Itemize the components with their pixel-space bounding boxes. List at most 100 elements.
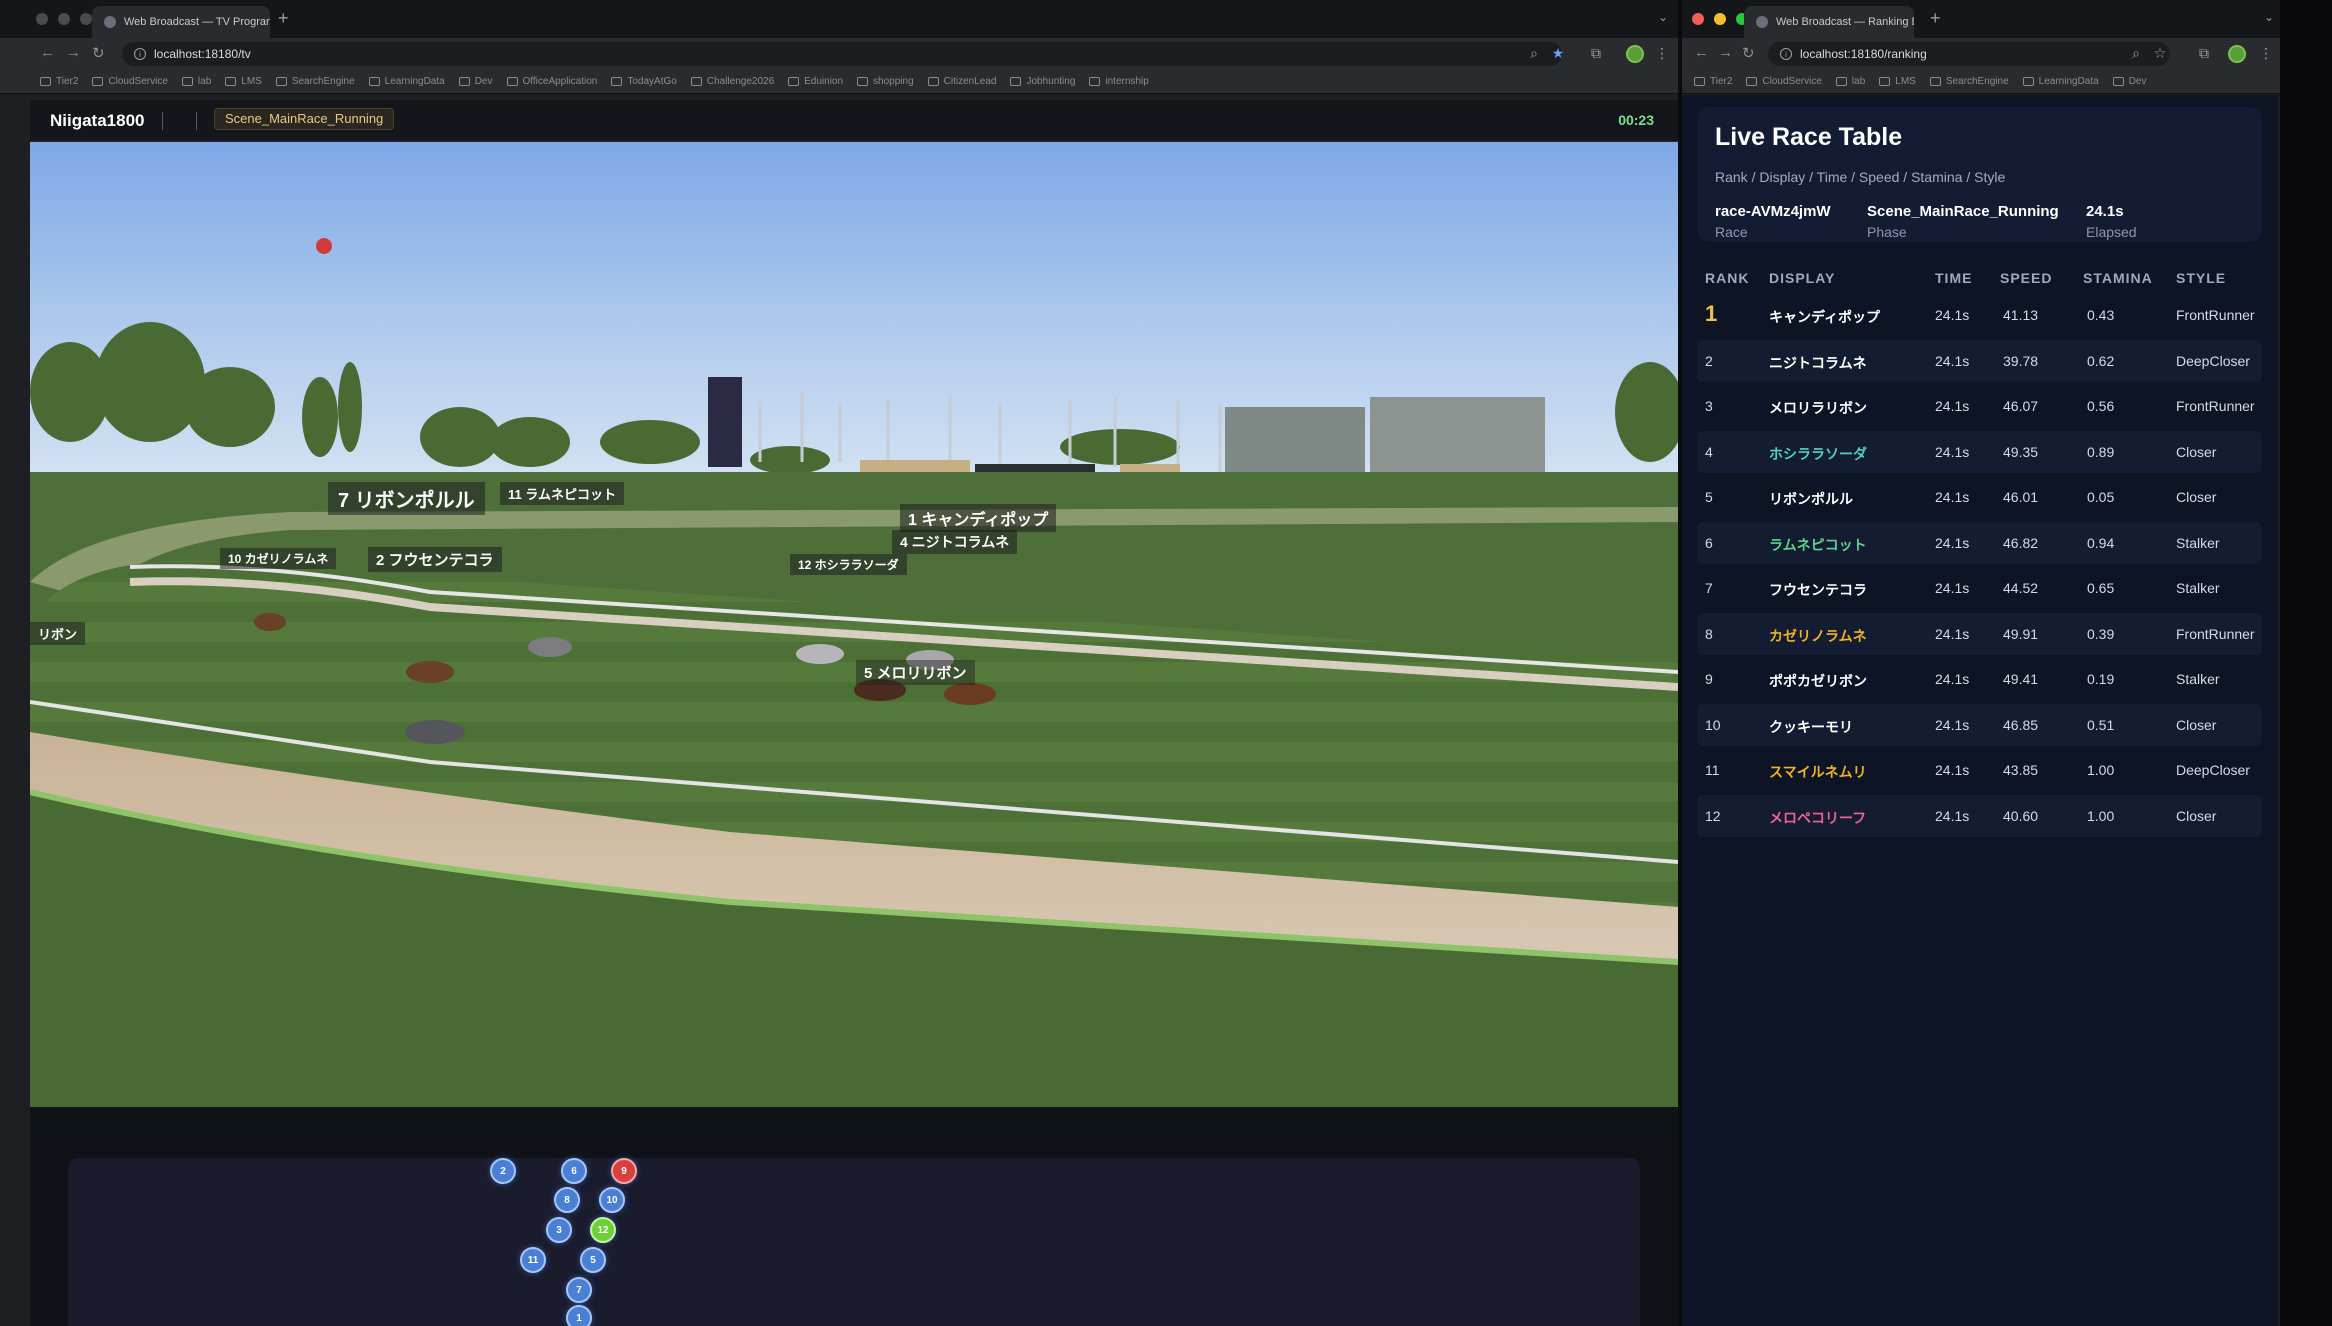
- address-bar[interactable]: i localhost:18180/tv: [122, 42, 1562, 66]
- bookmark-item[interactable]: Tier2: [40, 76, 78, 87]
- cell-time: 24.1s: [1935, 307, 1970, 323]
- cell-time: 24.1s: [1935, 807, 1970, 824]
- bookmark-label: shopping: [873, 76, 914, 87]
- overlay-label: 10 カゼリノラムネ: [220, 548, 337, 569]
- cell-speed: 49.91: [2003, 625, 2039, 642]
- bookmark-item[interactable]: CloudService: [92, 76, 168, 87]
- menu-icon[interactable]: ⋮: [2258, 45, 2274, 61]
- bookmark-item[interactable]: Dev: [458, 76, 493, 87]
- bookmark-item[interactable]: TodayAtGo: [611, 76, 677, 87]
- reload-icon[interactable]: ↻: [1742, 44, 1755, 62]
- cell-display: ラムネピコット: [1769, 536, 1867, 553]
- menu-icon[interactable]: ⋮: [1654, 45, 1670, 61]
- bookmark-item[interactable]: Jobhunting: [1010, 76, 1075, 87]
- bookmark-item[interactable]: Dev: [2112, 76, 2147, 87]
- bookmark-item[interactable]: internship: [1089, 76, 1149, 87]
- bookmark-item[interactable]: SearchEngine: [1929, 76, 2009, 87]
- phase-label: Phase: [1867, 224, 1907, 240]
- globe-icon: [1756, 16, 1768, 28]
- cell-display: キャンディポップ: [1769, 309, 1881, 325]
- venue-name: Niigata1800: [50, 111, 145, 130]
- site-info-icon[interactable]: i: [1780, 48, 1792, 60]
- table-header: RANK DISPLAY TIME SPEED STAMINA STYLE: [1697, 260, 2262, 290]
- bookmark-item[interactable]: lab: [181, 76, 211, 87]
- overlay-label: 11 ラムネピコット: [500, 482, 624, 505]
- bookmark-label: CloudService: [108, 76, 168, 87]
- cell-time: 24.1s: [1935, 671, 1970, 687]
- cell-rank: 3: [1705, 398, 1713, 414]
- forward-icon[interactable]: →: [66, 44, 81, 61]
- bookmark-item[interactable]: CitizenLead: [927, 76, 996, 87]
- extensions-icon[interactable]: ⧉: [2196, 45, 2212, 61]
- cell-rank: 1: [1705, 301, 1718, 326]
- bookmark-item[interactable]: CloudService: [1746, 76, 1822, 87]
- bookmark-item[interactable]: Tier2: [1694, 76, 1732, 87]
- cell-rank: 4: [1705, 443, 1713, 460]
- address-bar[interactable]: i localhost:18180/ranking: [1768, 42, 2170, 66]
- profile-avatar[interactable]: [1626, 45, 1644, 63]
- back-icon[interactable]: ←: [40, 44, 55, 61]
- zoom-icon[interactable]: ⌕: [2128, 45, 2144, 61]
- folder-icon: [1010, 77, 1022, 86]
- tab-search-icon[interactable]: ⌄: [1658, 10, 1668, 24]
- maximize-window-button[interactable]: [80, 13, 92, 25]
- overlay-label: 4 ニジトコラムネ: [892, 530, 1018, 554]
- reload-icon[interactable]: ↻: [92, 44, 105, 62]
- back-icon[interactable]: ←: [1694, 44, 1709, 61]
- url-text: localhost:18180/tv: [154, 47, 251, 61]
- tab-search-icon[interactable]: ⌄: [2264, 10, 2274, 24]
- close-window-button[interactable]: [1692, 13, 1704, 25]
- bookmarks-bar: Tier2 CloudService lab LMS SearchEngine Learn…: [0, 70, 1678, 94]
- bookmark-star-icon[interactable]: ☆: [2152, 45, 2168, 61]
- bookmark-item[interactable]: Eduinion: [788, 76, 843, 87]
- overlay-label: リボン: [30, 622, 86, 645]
- cell-rank: 11: [1705, 762, 1720, 778]
- bookmark-label: lab: [1851, 76, 1866, 87]
- race-camera-view: 7 リボンポルル 11 ラムネピコット 1 キャンディポップ 4 ニジトコラムネ…: [30, 142, 1678, 1107]
- extensions-icon[interactable]: ⧉: [1588, 45, 1604, 61]
- bookmark-item[interactable]: lab: [1835, 76, 1866, 87]
- col-style: STYLE: [2176, 270, 2227, 286]
- cell-display: スマイルネムリ: [1769, 764, 1867, 780]
- bookmark-item[interactable]: SearchEngine: [275, 76, 355, 87]
- elapsed-label: Elapsed: [2086, 224, 2137, 240]
- bookmark-item[interactable]: LearningData: [2022, 76, 2099, 87]
- cell-rank: 2: [1705, 352, 1713, 369]
- position-marker: 8: [554, 1187, 580, 1213]
- browser-toolbar: ← → ↻ i localhost:18180/tv ⌕ ★ ⧉ ⋮: [0, 38, 1678, 70]
- bookmark-item[interactable]: Challenge2026: [690, 76, 774, 87]
- new-tab-icon[interactable]: +: [1930, 8, 1941, 29]
- cell-display: ニジトコラムネ: [1769, 354, 1867, 371]
- position-marker: 7: [566, 1277, 592, 1303]
- bookmark-item[interactable]: LearningData: [368, 76, 445, 87]
- tab-tv-program[interactable]: Web Broadcast — TV Program ×: [92, 6, 270, 38]
- minimize-window-button[interactable]: [58, 13, 70, 25]
- bookmark-item[interactable]: shopping: [857, 76, 914, 87]
- bookmark-label: Jobhunting: [1026, 76, 1076, 87]
- table-row: 11 スマイルネムリ 24.1s 43.85 1.00 DeepCloser: [1697, 749, 2262, 791]
- tab-ranking[interactable]: Web Broadcast — Ranking B ×: [1744, 6, 1914, 38]
- col-speed: SPEED: [2000, 270, 2053, 286]
- bookmark-item[interactable]: LMS: [1879, 76, 1916, 87]
- zoom-icon[interactable]: ⌕: [1526, 45, 1542, 61]
- bookmark-label: LearningData: [384, 76, 445, 87]
- bookmark-item[interactable]: OfficeApplication: [506, 76, 597, 87]
- folder-icon: [1746, 77, 1758, 86]
- tv-browser-window: Web Broadcast — TV Program × + ⌄ ← → ↻ i…: [0, 0, 1678, 1326]
- cell-rank: 10: [1705, 716, 1721, 733]
- cell-speed: 43.85: [2003, 762, 2039, 778]
- minimize-window-button[interactable]: [1714, 13, 1726, 25]
- folder-icon: [927, 77, 939, 86]
- cell-display: リボンポルル: [1769, 491, 1853, 507]
- new-tab-icon[interactable]: +: [278, 8, 289, 29]
- cell-speed: 49.35: [2003, 443, 2039, 460]
- bookmark-star-icon[interactable]: ★: [1550, 45, 1566, 61]
- cell-stamina: 0.51: [2087, 716, 2115, 733]
- forward-icon[interactable]: →: [1718, 44, 1733, 61]
- profile-avatar[interactable]: [2228, 45, 2246, 63]
- bookmark-item[interactable]: LMS: [225, 76, 262, 87]
- col-stamina: STAMINA: [2083, 270, 2153, 286]
- cell-display: クッキーモリ: [1769, 718, 1853, 735]
- site-info-icon[interactable]: i: [134, 48, 146, 60]
- close-window-button[interactable]: [36, 13, 48, 25]
